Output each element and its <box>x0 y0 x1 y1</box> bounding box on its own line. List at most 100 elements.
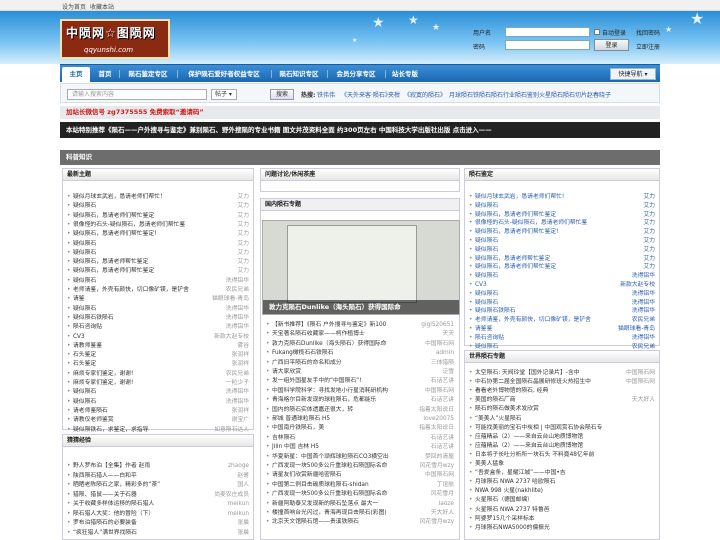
list-item[interactable]: • 疑似月球玄武岩，恳请老师们帮忙！ 艾力 <box>67 193 249 202</box>
topic-author[interactable]: 艾力 <box>237 249 249 258</box>
topic-title[interactable]: 疑似陨石，恳请老师们帮忙鉴定 <box>67 267 205 276</box>
topic-author[interactable]: 洗得铝华 <box>632 290 655 299</box>
hot-keyword[interactable]: 铁陨石 <box>473 90 491 99</box>
topic-title[interactable]: 应蕴精品（2）——来自云台山地质博物馆 <box>469 442 611 451</box>
topic-author[interactable]: zhaoge <box>228 462 249 471</box>
topic-title[interactable]: 老师请鉴，外壳有颜快，切口像矿镁，是铲舍 <box>469 316 611 325</box>
list-item[interactable]: • 老师请鉴，外壳有颜快，切口像矿镁，是铲舍 农民兄弟 <box>67 286 249 295</box>
topic-author[interactable]: 谢宝广 <box>232 416 249 425</box>
topic-author[interactable]: 张晨 <box>237 529 249 538</box>
topic-title[interactable]: 请鉴 <box>67 295 205 304</box>
topic-title[interactable]: “美美人”火星陨石 <box>469 415 611 424</box>
topic-title[interactable]: 请老师鉴陨石 <box>67 407 205 416</box>
list-item[interactable]: • 疑似陨石，恳请老师帮忙鉴定 艾力 <box>469 255 655 264</box>
list-item[interactable]: • 疑似陨石 艾力 <box>67 240 249 249</box>
topic-author[interactable]: 农民兄弟 <box>632 316 655 325</box>
list-item[interactable]: • 请教师鉴鉴 雾谷 <box>67 342 249 351</box>
topic-title[interactable]: Jilin 中国 吉林 H5 <box>266 443 410 452</box>
topic-author[interactable]: 石话艺讲 <box>431 434 454 443</box>
topic-title[interactable]: 陕西陨石猎人——白和平 <box>67 472 205 481</box>
topic-title[interactable]: 疑似陨石 <box>67 277 205 286</box>
list-item[interactable]: • 美国的陨石厂商 天大好人 <box>469 396 655 405</box>
topic-title[interactable]: 火星陨石（德国邮编） <box>469 496 611 505</box>
list-item[interactable]: • 疑似陨石 艾力 <box>469 237 655 246</box>
topic-author[interactable]: gigi520651 <box>421 321 454 330</box>
list-item[interactable]: • 可能找美丽的宝石中炭相 | 中国观赏石协会陨石专 <box>469 424 655 433</box>
topic-author[interactable]: 农民兄弟 <box>226 286 249 295</box>
list-item[interactable]: • “美美人”火星陨石 <box>469 415 655 424</box>
list-item[interactable]: • CV3 新款大赵专校 <box>469 281 655 290</box>
promo-notice[interactable]: 加站长微信号 zg7375555 免费索取“邀请码” <box>60 106 660 119</box>
topic-author[interactable]: 泛雪 <box>442 368 454 377</box>
topic-title[interactable]: 疑似陨石 <box>67 305 205 314</box>
topic-title[interactable]: 疑似陨石 <box>469 272 611 281</box>
topic-title[interactable]: 看看老外博物馆的陨石, 经典 <box>469 387 611 396</box>
topic-author[interactable]: 中国陨石网 <box>626 378 655 387</box>
list-item[interactable]: • 月球陨石 NWA 2737 哈欧陨石 <box>469 478 655 487</box>
topic-author[interactable]: laoze <box>439 500 454 509</box>
topic-title[interactable]: 请教师鉴鉴 <box>67 342 205 351</box>
quick-nav-dropdown[interactable]: 快捷导航 ▾ <box>610 68 656 80</box>
list-item[interactable]: • 石头鉴定 张润祥 <box>67 360 249 369</box>
topic-author[interactable]: 洗得铝华 <box>632 334 655 343</box>
topic-title[interactable]: 麻烦专家们鉴定，谢谢! <box>67 379 205 388</box>
list-item[interactable]: • 猎陨、猎鼠——关于石器 尚麦农庄成员 <box>67 491 249 500</box>
hot-keyword[interactable]: 《寂寞的陨石》 <box>404 90 446 99</box>
topic-title[interactable]: 中国南丹铁陨石，美 <box>266 424 410 433</box>
list-item[interactable]: • 疑似陨石，恳请老师们帮忙鉴定 艾力 <box>469 211 655 220</box>
list-item[interactable]: • 疑似陨石 洗得铝华 <box>469 272 655 281</box>
topic-author[interactable]: 艾力 <box>237 240 249 249</box>
nav-identify[interactable]: 陨石鉴定专区 <box>121 65 175 83</box>
topic-title[interactable]: 疑似月球玄武岩，恳请老师们帮忙! <box>469 193 611 202</box>
topic-title[interactable]: 吉林陨石 <box>266 434 410 443</box>
list-item[interactable]: • 疑似陨石，恳请老师们帮忙鉴定! 艾力 <box>469 228 655 237</box>
nav-main[interactable]: 主页 <box>62 67 90 83</box>
list-item[interactable]: • 请鉴鉴 猫眼球看-青岛 <box>469 325 655 334</box>
topic-title[interactable]: 很像怪的石头-疑似陨石，恳请老师们帮忙鉴 <box>469 219 611 228</box>
topic-author[interactable]: 洗得铝华 <box>226 277 249 286</box>
topic-author[interactable]: 张晨 <box>237 519 249 528</box>
topic-author[interactable]: 天天 <box>442 330 454 339</box>
topic-title[interactable]: 郝城 普通球粒陨石 H5 <box>266 415 410 424</box>
list-item[interactable]: • 罗布泊猎陨石的必要装备 张晨 <box>67 519 249 528</box>
topic-title[interactable]: 疑似陨石 <box>469 299 611 308</box>
list-item[interactable]: • 疑似陨石，恳请老师们帮忙鉴定 艾力 <box>67 267 249 276</box>
topic-author[interactable]: 中国陨石网 <box>626 369 655 378</box>
hot-keyword[interactable]: 铁伟伟 <box>317 90 335 99</box>
register-link[interactable]: 立即注册 <box>636 42 660 51</box>
list-item[interactable]: • 阿婆罗15几个采样标本 <box>469 515 655 524</box>
topic-title[interactable]: 关于收藏多样体运移的陨石猎人 <box>67 500 205 509</box>
search-type-select[interactable]: 帖子 ▾ <box>211 89 237 100</box>
list-item[interactable]: • 应蕴精品（2）——来自云台山地质博物馆 <box>469 433 655 442</box>
topic-author[interactable]: 猫眼球看-青岛 <box>618 325 655 334</box>
topic-title[interactable]: 陨石的陨石做美术发欣赏 <box>469 405 611 414</box>
list-item[interactable]: • 北京天文馆陨石馆——贵溪铁陨石 风花雪月wzy <box>266 518 454 527</box>
topic-title[interactable]: 陨石猎人大奖：他的冒险（下） <box>67 510 205 519</box>
topic-title[interactable]: 疑似陨石 <box>469 290 611 299</box>
hot-keyword[interactable]: 陨石切片 <box>563 90 587 99</box>
find-password-link[interactable]: 找回密码 <box>636 28 660 37</box>
topic-title[interactable]: 陨石咨询贴 <box>67 323 205 332</box>
topic-author[interactable]: 农民兄弟 <box>226 370 249 379</box>
list-item[interactable]: • 发一组外国星友手中的“中国陨石”! 石话艺讲 <box>266 377 454 386</box>
topic-author[interactable]: 洗得铝华 <box>226 388 249 397</box>
topic-title[interactable]: 疑似陨石，恳请老师们帮忙鉴定! <box>469 228 611 237</box>
topic-title[interactable]: 华夏新星：中国首个顽辉球粒陨石CO3横空出 <box>266 453 410 462</box>
topic-title[interactable]: 太空陨石: 天阀玲堂【国外记录片】-含中 <box>469 369 611 378</box>
list-item[interactable]: • 青海格尔目新发现的球粒陨石，危都能乐 石话艺讲 <box>266 396 454 405</box>
topic-author[interactable]: 洗得铝华 <box>226 314 249 323</box>
auto-login-checkbox[interactable] <box>594 29 600 35</box>
topic-title[interactable]: 疑似陨石 <box>67 398 205 407</box>
topic-author[interactable]: 张润祥 <box>232 407 249 416</box>
topic-author[interactable]: 中国陨石网 <box>425 471 454 480</box>
topic-title[interactable]: 月球陨石NWA5000的偏振光 <box>469 524 611 533</box>
topic-title[interactable]: 美美人猛象 <box>469 460 611 469</box>
hot-keyword[interactable]: 夹柑 <box>388 90 400 99</box>
topic-author[interactable]: 风花雪月 <box>431 490 454 499</box>
topic-author[interactable]: 指着太阳说日 <box>419 406 454 415</box>
list-item[interactable]: • 中国南丹铁陨石，美 指着太阳说日 <box>266 424 454 433</box>
list-item[interactable]: • 疑似陨石，恳请老师们帮忙鉴定 艾力 <box>67 212 249 221</box>
list-item[interactable]: • 广西旧平陨石的命名和成分 三体猎陨 <box>266 359 454 368</box>
topic-author[interactable]: 艾力 <box>643 202 655 211</box>
list-item[interactable]: • 疑似陨石 艾力 <box>67 202 249 211</box>
